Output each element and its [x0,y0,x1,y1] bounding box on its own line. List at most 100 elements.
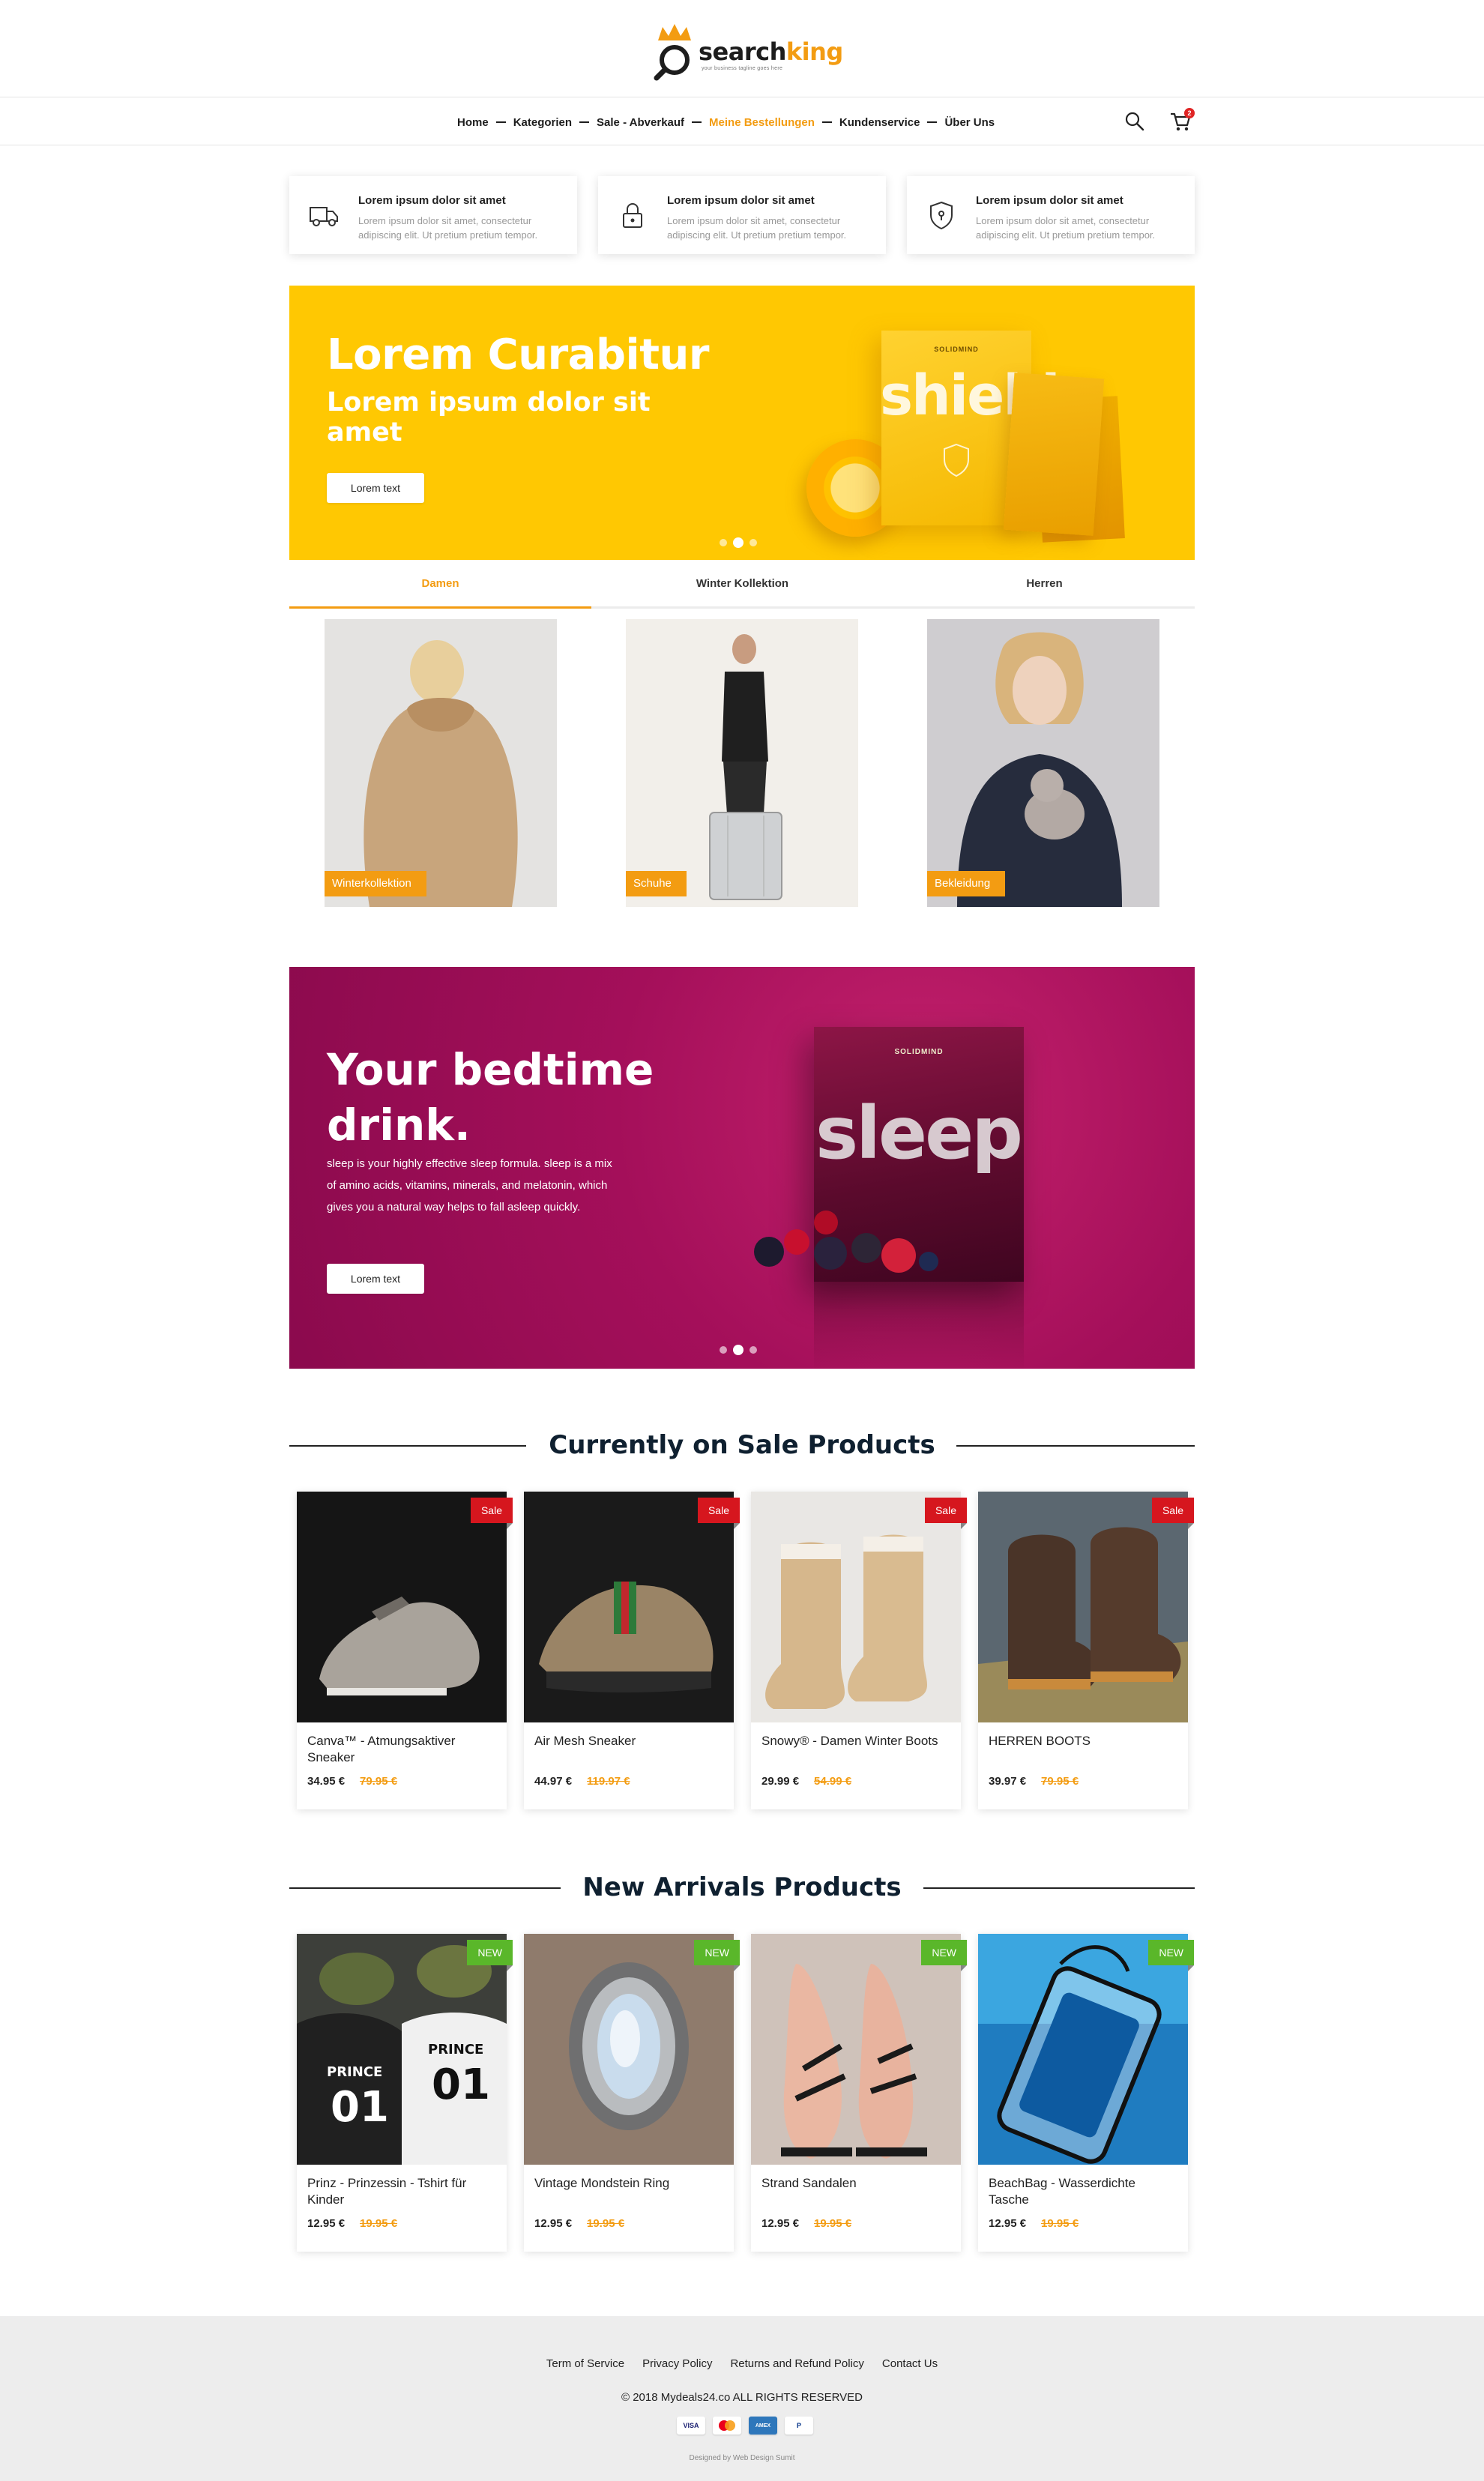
hero-slider-1: SOLIDMIND shield Lorem Curabitur Lorem i… [289,286,1195,560]
product-price: 34.95 € [307,1775,346,1788]
hero-cta-button[interactable]: Lorem text [327,473,424,503]
product-card[interactable]: Sale Air Mesh Sneaker 44.97 € 119.97 € [524,1492,741,1809]
svg-text:PRINCE: PRINCE [327,2064,382,2080]
product-card[interactable]: Sale HERREN BOOTS 39.97 € 79.95 € [978,1492,1195,1809]
slider-dot[interactable] [720,539,727,546]
category-tile[interactable]: Schuhe [626,619,858,907]
tab-herren[interactable]: Herren [893,562,1195,609]
lock-icon [623,203,642,228]
product-old-price: 119.97 € [587,1775,630,1788]
feature-card: Lorem ipsum dolor sit amet Lorem ipsum d… [289,176,577,254]
product-old-price: 19.95 € [360,2217,398,2230]
category-label[interactable]: Schuhe [626,871,687,896]
nav-separator [692,121,702,123]
product-card[interactable]: PRINCE 01 PRINCE 01 NEW Prinz - Prinzess… [297,1934,513,2252]
feature-title: Lorem ipsum dolor sit amet [667,194,815,207]
feature-title: Lorem ipsum dolor sit amet [976,194,1123,207]
category-tabs: Damen Winter Kollektion Herren [289,562,1195,609]
nav-separator [579,121,590,123]
slider-dot[interactable] [749,1346,757,1354]
nav-kategorien[interactable]: Kategorien [513,116,572,129]
nav-home[interactable]: Home [457,116,489,129]
footer-link-terms[interactable]: Term of Service [546,2357,624,2370]
nav-separator [927,121,938,123]
category-tile[interactable]: Bekleidung [927,619,1159,907]
site-logo[interactable]: searchking your business tagline goes he… [652,21,843,81]
section-heading: New Arrivals Products [289,1869,1195,1906]
nav-meine-bestellungen[interactable]: Meine Bestellungen [709,116,815,129]
nav-sale[interactable]: Sale - Abverkauf [597,116,684,129]
product-name[interactable]: Snowy® - Damen Winter Boots [761,1733,949,1749]
slider-dot[interactable] [749,539,757,546]
product-bag-image [1003,373,1105,536]
feature-card: Lorem ipsum dolor sit amet Lorem ipsum d… [907,176,1195,254]
hero-subtitle: Lorem ipsum dolor sit amet [327,388,651,447]
product-price: 12.95 € [534,2217,573,2230]
crown-magnifier-icon [654,24,691,81]
product-card[interactable]: Sale Canva™ - Atmungsaktiver Sneaker 34.… [297,1492,513,1809]
product-price: 12.95 € [989,2217,1027,2230]
product-name[interactable]: Strand Sandalen [761,2175,949,2192]
nav-kundenservice[interactable]: Kundenservice [839,116,920,129]
category-tile[interactable]: Winterkollektion [325,619,557,907]
feature-title: Lorem ipsum dolor sit amet [358,194,506,207]
product-card[interactable]: NEW BeachBag - Wasserdichte Tasche 12.95… [978,1934,1194,2252]
sale-badge: Sale [697,1498,741,1529]
product-name[interactable]: Prinz - Prinzessin - Tshirt für Kinder [307,2175,495,2208]
feature-desc: Lorem ipsum dolor sit amet, consectetur … [976,215,1156,241]
berry-image [814,1211,838,1235]
cart-button[interactable]: 2 [1169,108,1195,133]
product-price: 44.97 € [534,1775,573,1788]
sale-badge: Sale [470,1498,513,1529]
product-name[interactable]: Air Mesh Sneaker [534,1733,722,1749]
main-navbar: Home Kategorien Sale - Abverkauf Meine B… [0,97,1484,145]
product-card[interactable]: NEW Vintage Mondstein Ring 12.95 € 19.95… [524,1934,740,2252]
product-name[interactable]: BeachBag - Wasserdichte Tasche [989,2175,1176,2208]
svg-text:01: 01 [432,2061,490,2109]
berry-image [881,1238,916,1273]
tab-winter-kollektion[interactable]: Winter Kollektion [591,562,893,609]
product-name[interactable]: Vintage Mondstein Ring [534,2175,722,2192]
product-old-price: 19.95 € [1041,2217,1079,2230]
slider-dot[interactable] [720,1346,727,1354]
category-label[interactable]: Winterkollektion [325,871,426,896]
footer-links: Term of Service Privacy Policy Returns a… [0,2357,1484,2370]
nav-ueber-uns[interactable]: Über Uns [944,116,995,129]
nav-separator [495,121,506,123]
footer-link-contact[interactable]: Contact Us [882,2357,938,2370]
footer-link-returns[interactable]: Returns and Refund Policy [730,2357,863,2370]
truck-icon [310,207,338,226]
product-image [524,1934,734,2165]
berry-image [784,1229,809,1255]
designed-by-text: Designed by Web Design Sumit [689,2454,795,2462]
product-name[interactable]: HERREN BOOTS [989,1733,1176,1749]
divider [923,1887,1195,1889]
sale-badge: Sale [924,1498,968,1529]
feature-desc: Lorem ipsum dolor sit amet, consectetur … [667,215,847,241]
copyright-text: © 2018 Mydeals24.co ALL RIGHTS RESERVED [621,2391,863,2404]
hero-cta-button[interactable]: Lorem text [327,1264,424,1294]
product-image [751,1492,961,1722]
payment-logos: VISA AMEX P [677,2417,813,2435]
mastercard-icon [713,2417,741,2435]
new-badge: NEW [1148,1940,1194,1971]
search-icon[interactable] [1124,111,1145,132]
slider-dot-active[interactable] [733,537,743,548]
product-old-price: 79.95 € [360,1775,398,1788]
product-image [524,1492,734,1722]
nav-separator [821,121,832,123]
slider-dot-active[interactable] [733,1345,743,1355]
product-card[interactable]: NEW Strand Sandalen 12.95 € 19.95 € [751,1934,967,2252]
product-card[interactable]: Sale Snowy® - Damen Winter Boots 29.99 €… [751,1492,968,1809]
product-image: PRINCE 01 PRINCE 01 [297,1934,507,2165]
berry-image [814,1237,847,1270]
shield-icon [944,443,969,477]
product-price: 12.95 € [307,2217,346,2230]
berry-image [851,1233,881,1263]
category-label[interactable]: Bekleidung [927,871,1006,896]
tab-damen[interactable]: Damen [289,562,591,609]
svg-text:01: 01 [331,2083,389,2132]
product-name[interactable]: Canva™ - Atmungsaktiver Sneaker [307,1733,495,1766]
footer-link-privacy[interactable]: Privacy Policy [642,2357,712,2370]
product-old-price: 79.95 € [1041,1775,1079,1788]
